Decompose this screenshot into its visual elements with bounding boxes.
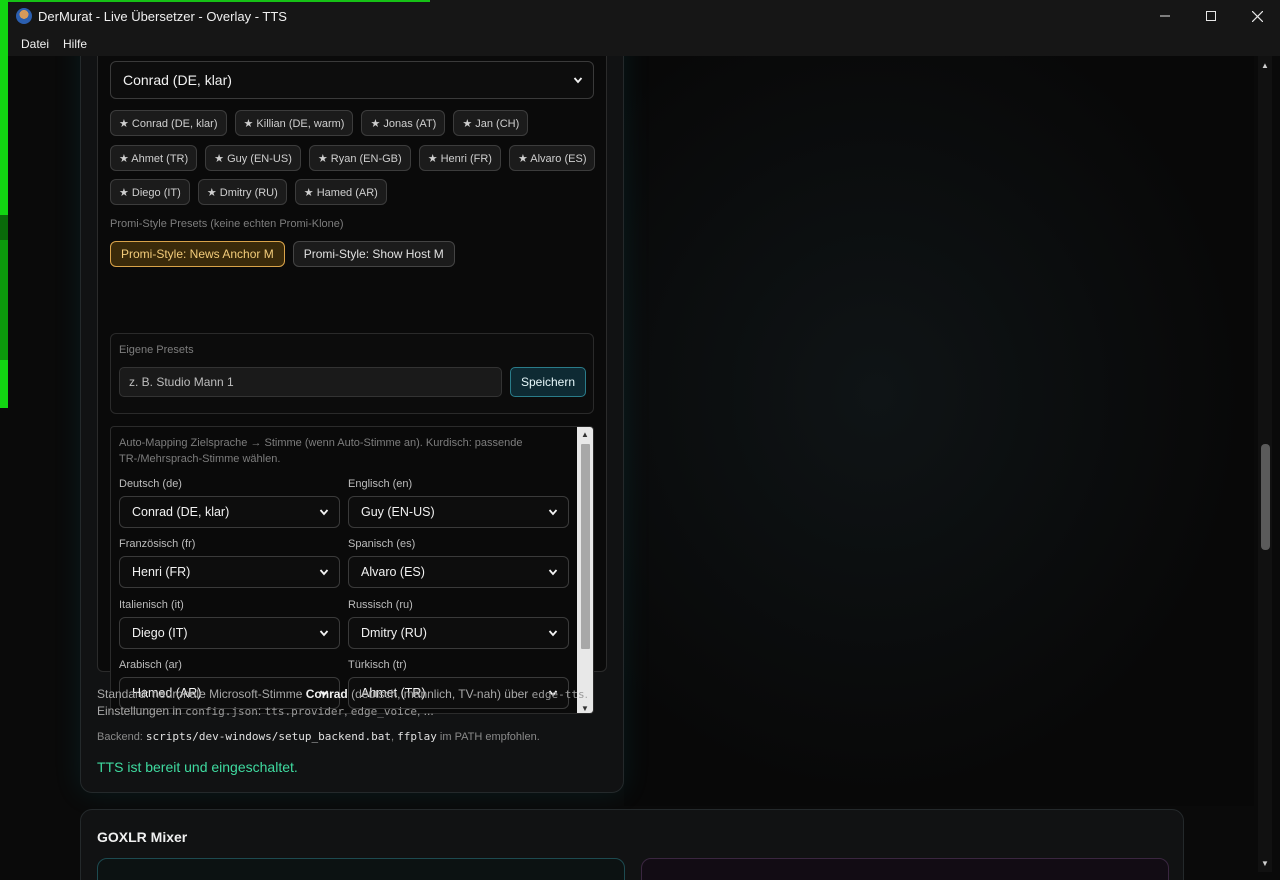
tts-footnote-standard: Standard: neuronale Microsoft-Stimme Con… <box>97 687 588 718</box>
voice-chip[interactable]: ★ Guy (EN-US) <box>205 145 301 171</box>
mapping-label-en: Englisch (en) <box>348 478 413 490</box>
menu-bar: Datei Hilfe <box>8 32 1280 56</box>
voice-chip[interactable]: ★ Jonas (AT) <box>361 110 446 136</box>
maximize-button[interactable] <box>1188 0 1234 32</box>
app-icon <box>16 8 32 24</box>
mapping-select-es[interactable]: Alvaro (ES) <box>348 556 569 588</box>
mapping-select-fr[interactable]: Henri (FR) <box>119 556 340 588</box>
close-button[interactable] <box>1234 0 1280 32</box>
preset-name-input[interactable]: z. B. Studio Mann 1 <box>119 367 502 397</box>
mapping-label-tr: Türkisch (tr) <box>348 659 407 671</box>
chevron-down-icon <box>319 569 329 576</box>
tts-footnote-backend: Backend: scripts/dev-windows/setup_backe… <box>97 730 540 743</box>
mapping-scroll-thumb[interactable] <box>581 444 590 649</box>
menu-datei[interactable]: Datei <box>14 37 56 51</box>
chevron-down-icon <box>548 630 558 637</box>
goxlr-panel-right <box>641 858 1169 880</box>
own-presets-box: Eigene Presets z. B. Studio Mann 1 Speic… <box>110 333 594 414</box>
chevron-down-icon <box>548 569 558 576</box>
voice-chip-row-3: ★ Diego (IT) ★ Dmitry (RU) ★ Hamed (AR) <box>110 179 387 205</box>
voice-chip[interactable]: ★ Ryan (EN-GB) <box>308 145 411 171</box>
auto-mapping-box: Auto-Mapping Zielsprache → Stimme (wenn … <box>110 426 594 714</box>
mapping-label-es: Spanisch (es) <box>348 538 416 550</box>
app-window: DerMurat - Live Übersetzer - Overlay - T… <box>8 0 1280 880</box>
goxlr-panel-left <box>97 858 625 880</box>
mapping-select-en[interactable]: Guy (EN-US) <box>348 496 569 528</box>
voice-chip[interactable]: ★ Conrad (DE, klar) <box>110 110 227 136</box>
own-presets-label: Eigene Presets <box>119 344 194 356</box>
voice-chip[interactable]: ★ Killian (DE, warm) <box>234 110 354 136</box>
mapping-label-ar: Arabisch (ar) <box>119 659 182 671</box>
promi-presets: Promi-Style: News Anchor M Promi-Style: … <box>110 241 455 267</box>
page-scrollbar[interactable]: ▲ ▼ <box>1258 56 1272 872</box>
voice-chip[interactable]: ★ Alvaro (ES) <box>508 145 596 171</box>
page-scroll-thumb[interactable] <box>1261 444 1270 550</box>
mapping-select-de[interactable]: Conrad (DE, klar) <box>119 496 340 528</box>
mapping-select-ru[interactable]: Dmitry (RU) <box>348 617 569 649</box>
chevron-down-icon <box>319 630 329 637</box>
promi-presets-label: Promi-Style Presets (keine echten Promi-… <box>110 218 344 230</box>
voice-chip[interactable]: ★ Henri (FR) <box>418 145 501 171</box>
voice-chip-row-2: ★ Ahmet (TR) ★ Guy (EN-US) ★ Ryan (EN-GB… <box>110 145 596 171</box>
voice-chip-row-1: ★ Conrad (DE, klar) ★ Killian (DE, warm)… <box>110 110 529 136</box>
mapping-select-it[interactable]: Diego (IT) <box>119 617 340 649</box>
close-icon <box>1251 10 1263 22</box>
voice-select-value: Conrad (DE, klar) <box>123 72 232 88</box>
preset-news-anchor-button[interactable]: Promi-Style: News Anchor M <box>110 241 285 267</box>
goxlr-card: GOXLR Mixer <box>80 809 1184 880</box>
mapping-label-it: Italienisch (it) <box>119 599 184 611</box>
tts-status: TTS ist bereit und eingeschaltet. <box>97 759 298 775</box>
chevron-down-icon <box>573 77 583 84</box>
maximize-icon <box>1206 11 1216 21</box>
voice-chip[interactable]: ★ Hamed (AR) <box>294 179 387 205</box>
mapping-label-ru: Russisch (ru) <box>348 599 413 611</box>
scroll-up-icon[interactable]: ▲ <box>1258 58 1272 72</box>
scroll-up-icon[interactable]: ▲ <box>577 427 593 441</box>
window-title: DerMurat - Live Übersetzer - Overlay - T… <box>38 8 287 24</box>
voice-chip[interactable]: ★ Jan (CH) <box>453 110 529 136</box>
tts-card: Conrad (DE, klar) ★ Conrad (DE, klar) ★ … <box>80 56 624 793</box>
save-button[interactable]: Speichern <box>510 367 586 397</box>
main-content: Conrad (DE, klar) ★ Conrad (DE, klar) ★ … <box>8 56 1280 880</box>
voice-chip[interactable]: ★ Ahmet (TR) <box>110 145 198 171</box>
menu-hilfe[interactable]: Hilfe <box>56 37 94 51</box>
mapping-description: Auto-Mapping Zielsprache → Stimme (wenn … <box>119 437 523 465</box>
chevron-down-icon <box>548 509 558 516</box>
voice-select[interactable]: Conrad (DE, klar) <box>110 61 594 99</box>
scroll-down-icon[interactable]: ▼ <box>1258 856 1272 870</box>
mapping-label-de: Deutsch (de) <box>119 478 182 490</box>
mapping-label-fr: Französisch (fr) <box>119 538 196 550</box>
voice-panel: Conrad (DE, klar) ★ Conrad (DE, klar) ★ … <box>97 56 607 714</box>
voice-chip[interactable]: ★ Dmitry (RU) <box>197 179 287 205</box>
title-bar: DerMurat - Live Übersetzer - Overlay - T… <box>8 0 1280 32</box>
minimize-button[interactable] <box>1142 0 1188 32</box>
goxlr-title: GOXLR Mixer <box>97 829 188 845</box>
background-window-strip <box>0 0 8 880</box>
mapping-scrollbar[interactable]: ▲ ▼ <box>577 427 593 713</box>
minimize-icon <box>1160 15 1170 17</box>
voice-chip[interactable]: ★ Diego (IT) <box>110 179 190 205</box>
chevron-down-icon <box>319 509 329 516</box>
preset-show-host-button[interactable]: Promi-Style: Show Host M <box>292 241 455 267</box>
